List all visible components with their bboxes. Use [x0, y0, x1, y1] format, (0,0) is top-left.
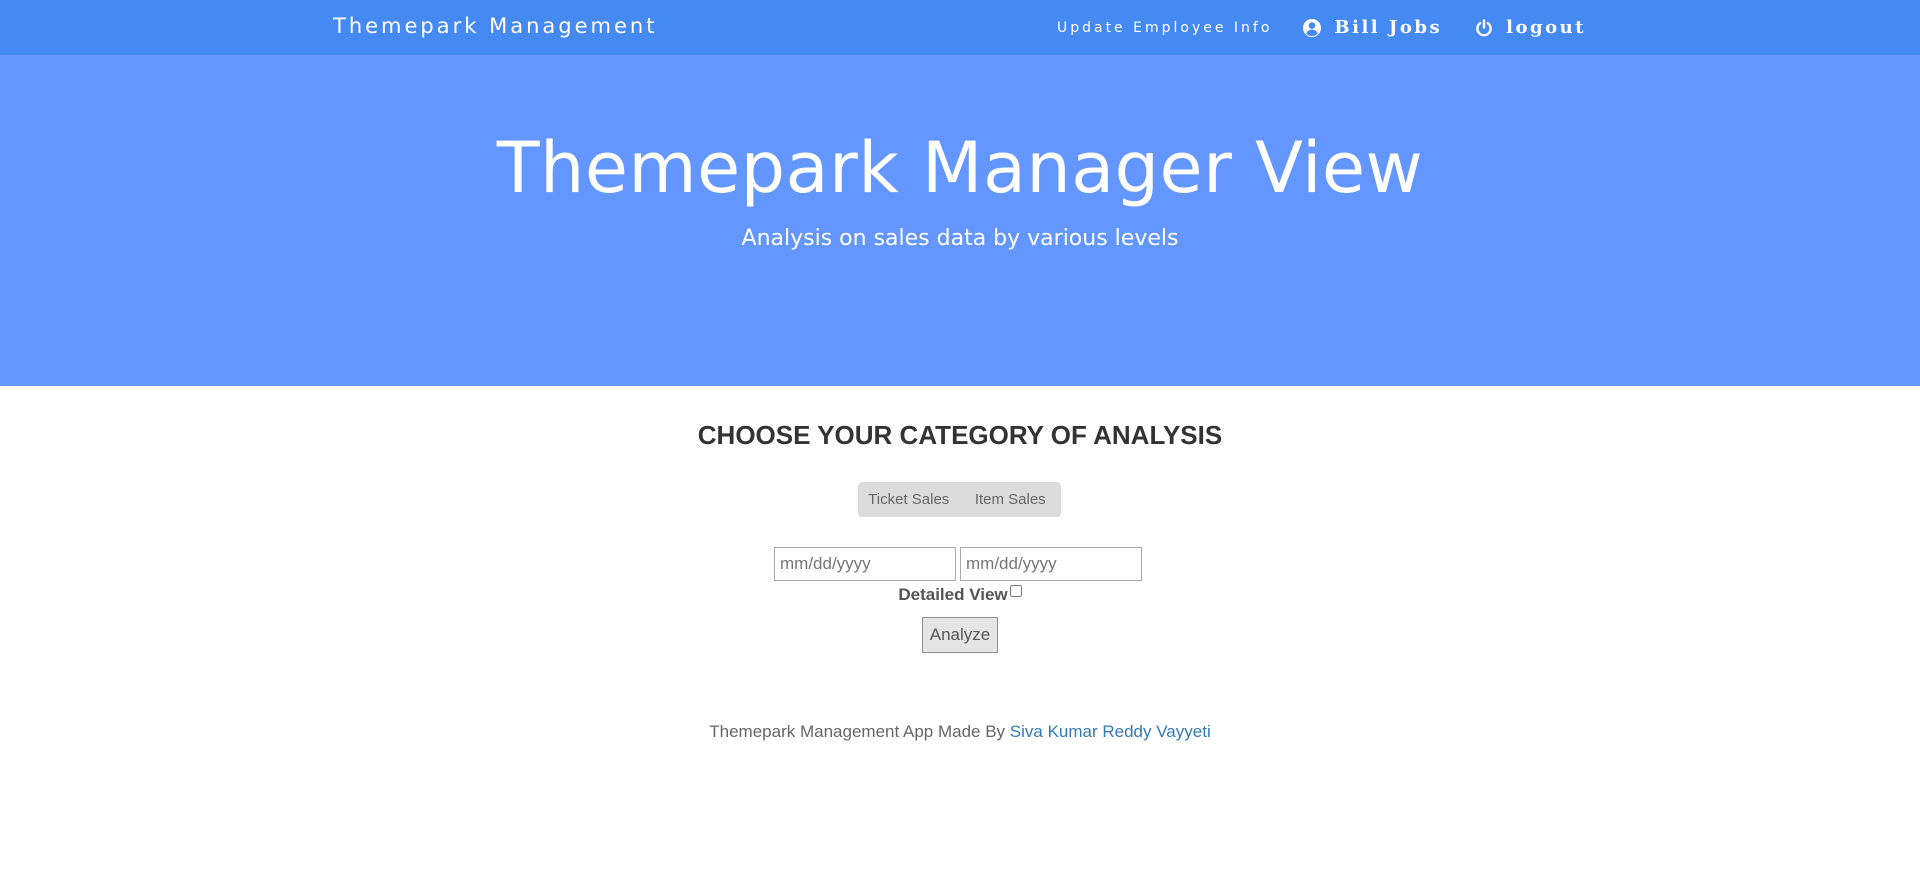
hero-banner: Themepark Manager View Analysis on sales… [0, 55, 1920, 386]
end-date-input[interactable] [960, 547, 1142, 581]
footer: Themepark Management App Made By Siva Ku… [0, 722, 1920, 742]
item-sales-button[interactable]: Item Sales [960, 482, 1062, 517]
update-employee-info-link[interactable]: Update Employee Info [1057, 20, 1272, 36]
page-title: Themepark Manager View [496, 127, 1424, 209]
analyze-button[interactable]: Analyze [922, 617, 998, 653]
page-subtitle: Analysis on sales data by various levels [741, 226, 1179, 251]
detailed-view-label: Detailed View [898, 585, 1008, 604]
user-circle-icon [1302, 18, 1322, 38]
user-name: Bill Jobs [1334, 17, 1443, 38]
logout-link[interactable]: logout [1474, 17, 1586, 38]
category-button-group: Ticket Sales Item Sales [858, 482, 1061, 517]
start-date-input[interactable] [774, 547, 956, 581]
section-title: CHOOSE YOUR CATEGORY OF ANALYSIS [697, 420, 1223, 450]
logout-label: logout [1506, 17, 1586, 38]
navbar: Themepark Management Update Employee Inf… [0, 0, 1920, 55]
user-profile-link[interactable]: Bill Jobs [1302, 17, 1442, 38]
detailed-view-checkbox[interactable] [1009, 585, 1022, 597]
detailed-view-row: Detailed View [0, 585, 1920, 605]
author-link[interactable]: Siva Kumar Reddy Vayyeti [1010, 722, 1211, 741]
power-icon [1474, 18, 1494, 38]
nav-right: Update Employee Info Bill Jobs logout [1057, 0, 1586, 55]
brand-link[interactable]: Themepark Management [333, 14, 657, 38]
ticket-sales-button[interactable]: Ticket Sales [858, 482, 960, 517]
footer-text: Themepark Management App Made By [709, 722, 1006, 741]
